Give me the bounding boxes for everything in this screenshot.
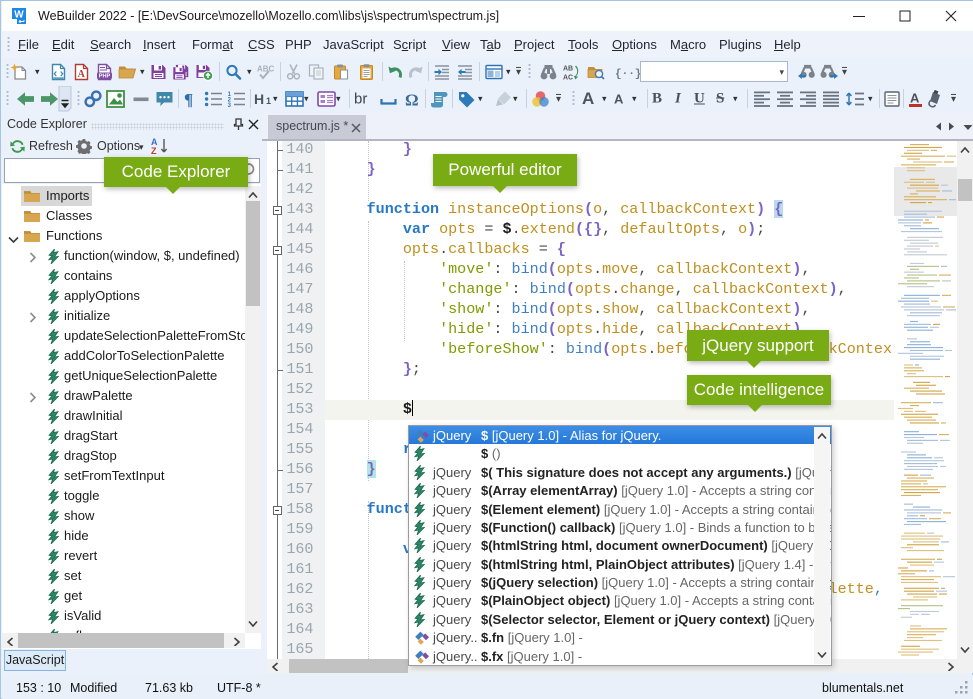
svg-text:AB: AB [563,65,573,72]
svg-text:¶: ¶ [184,90,193,108]
svg-text:PHP: PHP [99,73,111,79]
svg-text:1: 1 [266,96,271,106]
svg-text:ABC: ABC [257,64,275,73]
svg-text:H: H [254,91,264,107]
svg-text:A: A [910,91,920,106]
svg-text:3: 3 [228,103,232,108]
svg-text:W: W [14,10,24,21]
svg-text:Ω: Ω [405,91,419,108]
svg-text:{··}: {··} [615,68,641,80]
svg-text:AC: AC [563,74,573,80]
svg-text:A: A [78,69,86,80]
svg-text:Z: Z [151,146,157,156]
